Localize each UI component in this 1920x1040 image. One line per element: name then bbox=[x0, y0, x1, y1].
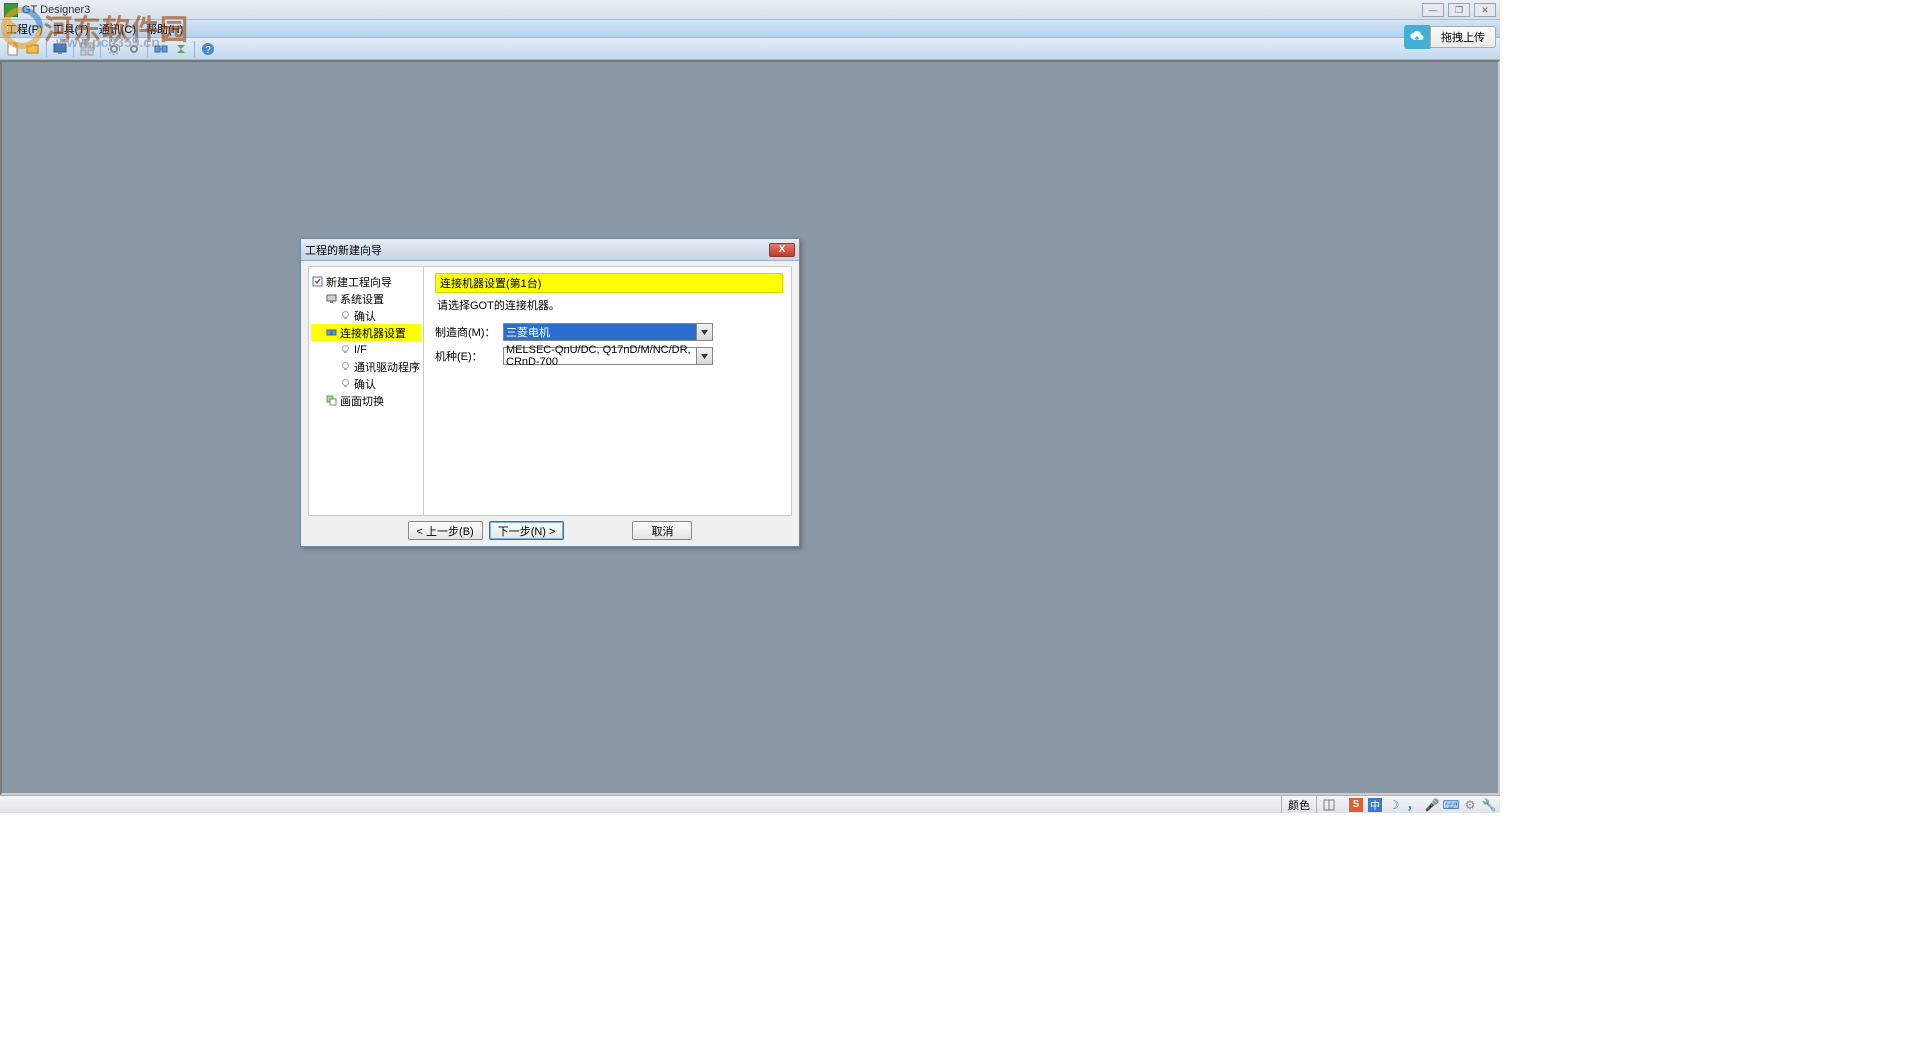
wizard-content: 连接机器设置(第1台) 请选择GOT的连接机器。 制造商(M)： 三菱电机 机种… bbox=[427, 267, 791, 515]
tray-comma-icon[interactable]: ， bbox=[1406, 798, 1420, 812]
upload-cloud-icon bbox=[1404, 25, 1430, 49]
toolbar-help-icon[interactable]: ? bbox=[199, 40, 217, 58]
tree-screen-switch[interactable]: 画面切换 bbox=[311, 392, 421, 409]
tree-root[interactable]: 新建工程向导 bbox=[311, 273, 421, 290]
tray-settings-icon[interactable]: ⚙ bbox=[1463, 798, 1477, 812]
manufacturer-value: 三菱电机 bbox=[506, 324, 550, 340]
connection-icon bbox=[325, 327, 337, 339]
menu-bar: 工程(P) 工具(T) 通讯(C) 帮助(H) bbox=[0, 20, 1500, 38]
dialog-titlebar: 工程的新建向导 X bbox=[301, 239, 799, 261]
tree-system-confirm[interactable]: 确认 bbox=[311, 307, 421, 324]
cancel-button[interactable]: 取消 bbox=[632, 521, 692, 540]
chevron-down-icon bbox=[696, 324, 712, 340]
manufacturer-select[interactable]: 三菱电机 bbox=[503, 323, 713, 341]
tray-tool-icon[interactable]: 🔧 bbox=[1482, 798, 1496, 812]
next-button[interactable]: 下一步(N) > bbox=[489, 521, 565, 540]
system-tray: S 中 ☽ ， 🎤 ⌨ ⚙ 🔧 bbox=[1349, 798, 1496, 812]
maximize-button[interactable]: ❐ bbox=[1448, 3, 1470, 17]
tray-moon-icon[interactable]: ☽ bbox=[1387, 798, 1401, 812]
manufacturer-label: 制造商(M)： bbox=[435, 324, 503, 340]
tray-keyboard-icon[interactable]: ⌨ bbox=[1444, 798, 1458, 812]
type-select[interactable]: MELSEC-QnU/DC, Q17nD/M/NC/DR, CRnD-700 bbox=[503, 347, 713, 365]
bulb-icon bbox=[339, 378, 351, 390]
upload-button[interactable]: 拖拽上传 bbox=[1404, 24, 1496, 50]
dialog-close-button[interactable]: X bbox=[769, 243, 795, 257]
status-color-label: 颜色 bbox=[1281, 796, 1316, 813]
close-button[interactable]: ✕ bbox=[1474, 3, 1496, 17]
svg-text:?: ? bbox=[205, 45, 211, 56]
chevron-down-icon bbox=[696, 348, 712, 364]
wizard-dialog: 工程的新建向导 X 新建工程向导 系统设置 确认 连接机器设置 I/F bbox=[300, 238, 800, 547]
watermark-url: www.pc0359.cn bbox=[56, 34, 160, 50]
bulb-icon bbox=[339, 361, 351, 373]
bulb-icon bbox=[339, 310, 351, 322]
type-value: MELSEC-QnU/DC, Q17nD/M/NC/DR, CRnD-700 bbox=[506, 344, 710, 368]
wizard-icon bbox=[311, 276, 323, 288]
tree-connection-settings[interactable]: 连接机器设置 bbox=[311, 324, 421, 341]
status-layout-icon[interactable] bbox=[1316, 796, 1341, 813]
tree-driver[interactable]: 通讯驱动程序 bbox=[311, 358, 421, 375]
toolbar: ? bbox=[0, 38, 1500, 60]
tree-connection-confirm[interactable]: 确认 bbox=[311, 375, 421, 392]
back-button[interactable]: < 上一步(B) bbox=[408, 521, 483, 540]
section-heading: 连接机器设置(第1台) bbox=[435, 273, 783, 293]
tree-if[interactable]: I/F bbox=[311, 341, 421, 358]
switch-icon bbox=[325, 395, 337, 407]
watermark-overlay: 河东软件园 www.pc0359.cn bbox=[0, 6, 189, 50]
upload-label: 拖拽上传 bbox=[1430, 26, 1496, 48]
window-controls: — ❐ ✕ bbox=[1422, 3, 1496, 17]
wizard-tree: 新建工程向导 系统设置 确认 连接机器设置 I/F 通讯驱动程序 bbox=[309, 267, 424, 515]
type-label: 机种(E)： bbox=[435, 348, 503, 364]
status-bar: 颜色 S 中 ☽ ， 🎤 ⌨ ⚙ 🔧 bbox=[0, 795, 1500, 813]
tray-mic-icon[interactable]: 🎤 bbox=[1425, 798, 1439, 812]
window-titlebar: GT Designer3 — ❐ ✕ bbox=[0, 0, 1500, 20]
watermark-logo-icon bbox=[0, 6, 44, 50]
dialog-title: 工程的新建向导 bbox=[305, 242, 382, 258]
system-icon bbox=[325, 293, 337, 305]
tree-system-settings[interactable]: 系统设置 bbox=[311, 290, 421, 307]
tray-ime-icon[interactable]: S bbox=[1349, 798, 1363, 812]
tray-lang-icon[interactable]: 中 bbox=[1368, 798, 1382, 812]
minimize-button[interactable]: — bbox=[1422, 3, 1444, 17]
section-description: 请选择GOT的连接机器。 bbox=[435, 293, 783, 323]
bulb-icon bbox=[339, 344, 351, 356]
